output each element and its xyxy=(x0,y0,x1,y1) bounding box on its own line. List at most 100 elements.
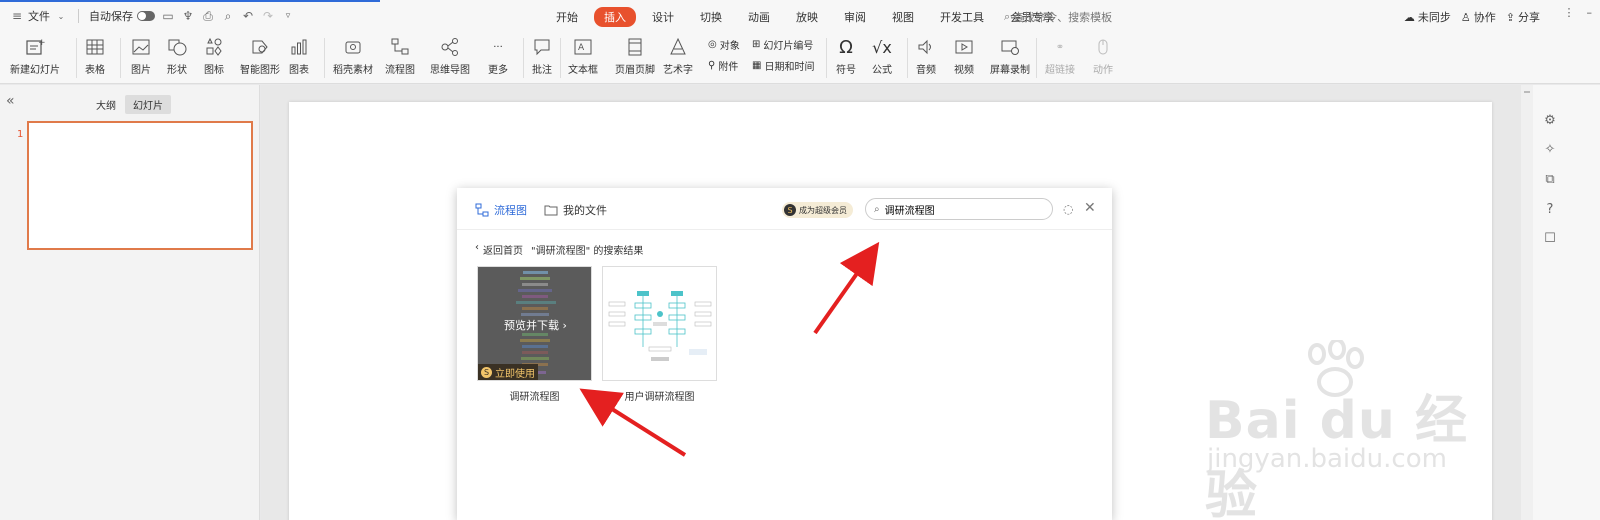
collab-button[interactable]: ♙ 协作 xyxy=(1461,9,1496,25)
template-caption: 用户调研流程图 xyxy=(624,392,695,403)
shape-button[interactable]: 形状 xyxy=(166,36,188,76)
use-now-button[interactable]: S 立即使用 xyxy=(478,364,538,380)
template-thumbnail[interactable] xyxy=(602,266,717,381)
audio-button[interactable]: 音频 xyxy=(915,36,937,76)
tab-outline[interactable]: 大纲 xyxy=(88,95,124,114)
close-icon[interactable]: ✕ xyxy=(1084,200,1096,216)
datetime-button[interactable]: ▦ 日期和时间 xyxy=(752,58,814,73)
preview-download-label[interactable]: 预览并下载 › xyxy=(478,317,591,333)
more-button[interactable]: ··· 更多 xyxy=(487,36,509,77)
inbox-icon[interactable]: ☐ xyxy=(1541,229,1559,247)
wordart-icon xyxy=(667,36,689,58)
slide-number-button[interactable]: ⊞ 幻灯片编号 xyxy=(752,37,813,52)
ellipsis-icon: ··· xyxy=(493,41,503,53)
sync-button[interactable]: ☁ 未同步 xyxy=(1404,9,1451,25)
header-footer-button[interactable]: 页眉页脚 xyxy=(615,36,655,76)
comment-button[interactable]: 批注 xyxy=(531,36,553,76)
search-input[interactable] xyxy=(884,203,1035,215)
textbox-button[interactable]: A 文本框 xyxy=(568,36,598,76)
table-icon xyxy=(84,36,106,58)
flowchart-dialog: 流程图 我的文件 S 成为超级会员 ⌕ ◌ ✕ ‹ 返回首页 "调研流程图" 的… xyxy=(457,188,1112,520)
screen-record-icon xyxy=(999,36,1021,58)
tab-home[interactable]: 开始 xyxy=(546,7,588,27)
print-icon[interactable]: ⎙ xyxy=(201,9,215,23)
tab-view[interactable]: 视图 xyxy=(882,7,924,27)
share-button[interactable]: ⇪ 分享 xyxy=(1506,9,1540,25)
action-button[interactable]: 动作 xyxy=(1092,36,1114,76)
back-button[interactable]: ‹ 返回首页 xyxy=(475,242,523,257)
table-button[interactable]: 表格 xyxy=(84,36,106,76)
right-toolbar: ⚙ ✧ ⧉ ? ☐ xyxy=(1533,85,1600,520)
wordart-button[interactable]: 艺术字 xyxy=(663,36,693,76)
print-preview-icon[interactable]: ⌕ xyxy=(221,9,235,23)
symbol-button[interactable]: Ω 符号 xyxy=(835,36,857,77)
format-painter-icon[interactable]: ♆ xyxy=(181,9,195,23)
hyperlink-button[interactable]: ⚭ 超链接 xyxy=(1045,36,1075,77)
slide-number: 1 xyxy=(17,129,24,140)
picture-button[interactable]: 图片 xyxy=(130,36,152,76)
chart-icon xyxy=(288,36,310,58)
collapse-icon[interactable]: « xyxy=(6,93,15,109)
customize-icon[interactable]: ▿ xyxy=(281,9,295,23)
tab-slideshow[interactable]: 放映 xyxy=(786,7,828,27)
template-card[interactable]: 用户调研流程图 xyxy=(602,266,717,403)
tab-flowchart[interactable]: 流程图 xyxy=(475,202,527,218)
smart-graphic-button[interactable]: 智能图形 xyxy=(240,36,280,76)
minimize-icon[interactable]: – xyxy=(1587,6,1593,19)
template-search[interactable]: ⌕ xyxy=(865,198,1053,220)
mouse-icon xyxy=(1092,36,1114,58)
vip-badge[interactable]: S 成为超级会员 xyxy=(782,202,853,218)
search-icon: ⌕ xyxy=(1004,10,1011,23)
comment-icon xyxy=(531,36,553,58)
shell-material-button[interactable]: 稻壳素材 xyxy=(333,36,373,76)
slide-number-icon: ⊞ xyxy=(752,39,761,50)
template-card[interactable]: 预览并下载 › S 立即使用 调研流程图 xyxy=(477,266,592,403)
tab-design[interactable]: 设计 xyxy=(642,7,684,27)
title-bar: ≡ 文件 ⌄ 自动保存 ▭ ♆ ⎙ ⌕ ↶ ↷ ▿ 开始 插入 设计 切换 动画… xyxy=(0,0,1600,32)
folder-icon xyxy=(544,205,558,216)
tab-insert[interactable]: 插入 xyxy=(594,7,636,27)
share-icon: ⇪ xyxy=(1505,10,1515,24)
dollar-icon: S xyxy=(784,204,796,216)
command-search[interactable]: ⌕ 查找命令、搜索模板 xyxy=(1004,9,1112,25)
vertical-scrollbar[interactable] xyxy=(1521,85,1533,520)
attachment-button[interactable]: ⚲ 附件 xyxy=(708,58,738,73)
message-icon[interactable]: ◌ xyxy=(1063,202,1073,216)
new-slide-button[interactable]: + 新建幻灯片 xyxy=(10,36,60,76)
file-menu[interactable]: ≡ 文件 ⌄ xyxy=(10,8,68,24)
object-button[interactable]: ◎ 对象 xyxy=(708,37,740,52)
autosave-toggle[interactable]: 自动保存 xyxy=(89,8,155,24)
formula-button[interactable]: √x 公式 xyxy=(871,36,893,77)
toggle-switch xyxy=(137,11,155,21)
chevron-left-icon: ‹ xyxy=(475,242,479,253)
slide-thumbnail[interactable] xyxy=(27,121,253,250)
copy-icon[interactable]: ⧉ xyxy=(1541,170,1559,188)
icon-button[interactable]: 图标 xyxy=(203,36,225,76)
results-label: "调研流程图" 的搜索结果 xyxy=(531,246,644,257)
template-thumbnail[interactable]: 预览并下载 › S 立即使用 xyxy=(477,266,592,381)
tab-transition[interactable]: 切换 xyxy=(690,7,732,27)
new-slide-icon: + xyxy=(24,36,46,58)
flowchart-preview xyxy=(608,291,712,361)
mindmap-button[interactable]: 思维导图 xyxy=(430,36,470,76)
help-icon[interactable]: ? xyxy=(1541,200,1559,218)
pin-icon[interactable]: ✧ xyxy=(1541,140,1559,158)
video-button[interactable]: 视频 xyxy=(953,36,975,76)
save-icon[interactable]: ▭ xyxy=(161,9,175,23)
tab-animation[interactable]: 动画 xyxy=(738,7,780,27)
screen-record-button[interactable]: 屏幕录制 xyxy=(990,36,1030,76)
settings-sliders-icon[interactable]: ⚙ xyxy=(1541,111,1559,129)
flowchart-button[interactable]: 流程图 xyxy=(385,36,415,76)
tab-myfiles[interactable]: 我的文件 xyxy=(544,202,607,218)
tab-slides[interactable]: 幻灯片 xyxy=(125,95,171,114)
more-icon[interactable]: ⋮ xyxy=(1564,6,1575,19)
omega-icon: Ω xyxy=(839,36,853,58)
tab-developer[interactable]: 开发工具 xyxy=(930,7,994,27)
chart-button[interactable]: 图表 xyxy=(288,36,310,76)
picture-icon xyxy=(130,36,152,58)
ribbon-tabs: 开始 插入 设计 切换 动画 放映 审阅 视图 开发工具 会员专享 xyxy=(546,7,1070,27)
tab-review[interactable]: 审阅 xyxy=(834,7,876,27)
redo-icon[interactable]: ↷ xyxy=(261,9,275,23)
undo-icon[interactable]: ↶ xyxy=(241,9,255,23)
svg-text:A: A xyxy=(578,43,585,53)
